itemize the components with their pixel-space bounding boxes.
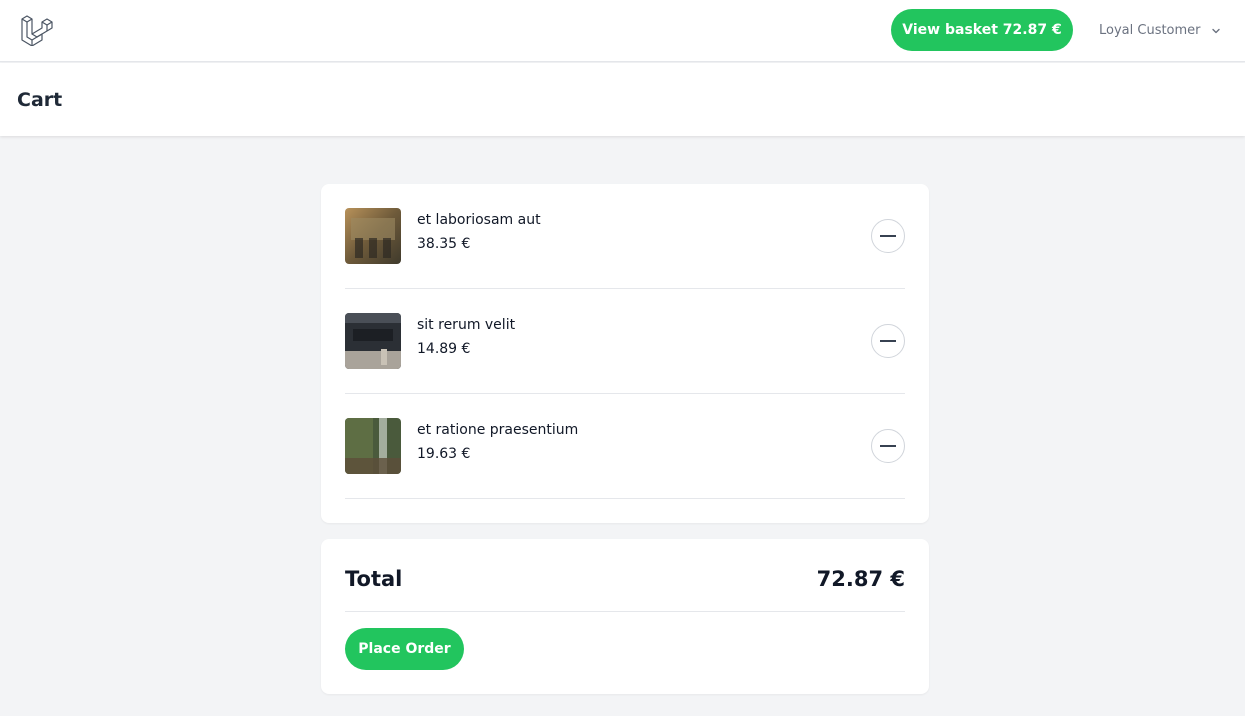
- minus-icon: [880, 340, 896, 342]
- user-menu-dropdown[interactable]: Loyal Customer: [1099, 20, 1221, 40]
- chevron-down-icon: [1211, 25, 1221, 35]
- item-name: et laboriosam aut: [417, 212, 541, 228]
- minus-icon: [880, 445, 896, 447]
- view-basket-button[interactable]: View basket 72.87 €: [891, 9, 1073, 51]
- remove-item-button[interactable]: [871, 219, 905, 253]
- page-title: Cart: [17, 89, 63, 111]
- item-name: et ratione praesentium: [417, 422, 579, 438]
- item-name: sit rerum velit: [417, 317, 516, 333]
- laravel-logo-icon[interactable]: [20, 14, 53, 47]
- divider: [345, 611, 905, 612]
- item-price: 38.35 €: [417, 236, 471, 252]
- minus-icon: [880, 235, 896, 237]
- page-header: Cart: [0, 63, 1245, 136]
- cart-item-row: et laboriosam aut 38.35 €: [345, 184, 905, 289]
- cart-item-row: sit rerum velit 14.89 €: [345, 289, 905, 394]
- item-price: 19.63 €: [417, 446, 471, 462]
- cart-item-row: et ratione praesentium 19.63 €: [345, 394, 905, 499]
- remove-item-button[interactable]: [871, 429, 905, 463]
- total-label: Total: [345, 567, 403, 591]
- item-price: 14.89 €: [417, 341, 471, 357]
- product-thumbnail: [345, 418, 401, 474]
- place-order-button[interactable]: Place Order: [345, 628, 464, 670]
- cart-items-card: et laboriosam aut 38.35 € sit rerum veli…: [321, 184, 929, 523]
- total-value: 72.87 €: [816, 567, 905, 591]
- product-thumbnail: [345, 208, 401, 264]
- user-name: Loyal Customer: [1099, 22, 1201, 38]
- order-summary-card: Total 72.87 € Place Order: [321, 539, 929, 694]
- top-navbar: View basket 72.87 € Loyal Customer: [0, 0, 1245, 62]
- remove-item-button[interactable]: [871, 324, 905, 358]
- product-thumbnail: [345, 313, 401, 369]
